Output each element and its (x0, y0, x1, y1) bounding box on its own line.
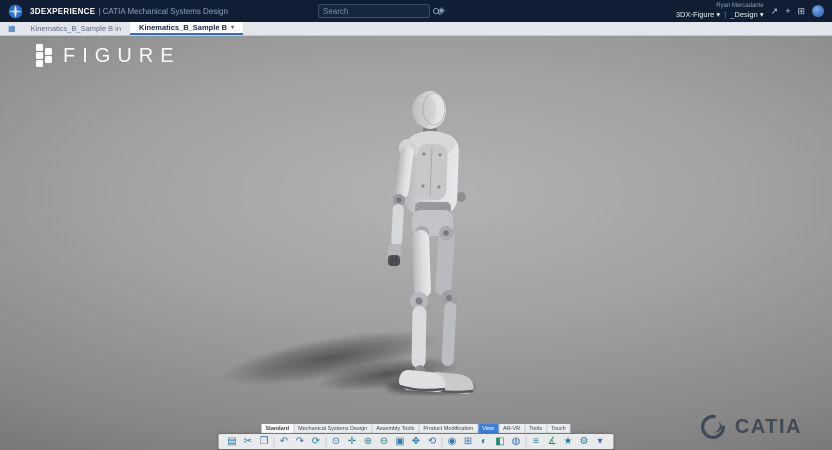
search-input[interactable] (323, 7, 433, 16)
share-icon[interactable]: ↗ (771, 6, 779, 16)
tree-icon[interactable]: ≡ (530, 436, 543, 447)
tag-icon[interactable]: ◈ (438, 5, 445, 16)
catia-logo-text: CATIA (735, 416, 802, 439)
workspace-chevron-icon[interactable]: ▾ (716, 10, 720, 19)
render-style-icon[interactable]: ◐ (478, 436, 491, 447)
toolbar-divider (526, 437, 527, 447)
app-name: | CATIA Mechanical Systems Design (98, 7, 228, 16)
3d-scene[interactable] (0, 36, 832, 450)
rotate-icon[interactable]: ⟲ (426, 436, 439, 447)
apps-icon[interactable]: ⊞ (797, 6, 805, 16)
ribbon-tab-view[interactable]: View (478, 424, 499, 433)
tab-kinematics-sample-parent[interactable]: Kinematics_B_Sample B in (22, 22, 130, 35)
figure-logo: FIGURE (36, 44, 181, 68)
measure-icon[interactable]: ∡ (546, 436, 559, 447)
ribbon-tab-mechanical-systems-design[interactable]: Mechanical Systems Design (294, 424, 372, 433)
normal-view-icon[interactable]: ◉ (446, 436, 459, 447)
settings-icon[interactable]: ⚙ (578, 436, 591, 447)
zoom-out-icon[interactable]: ⊖ (378, 436, 391, 447)
panel-icon[interactable]: ▦ (0, 22, 22, 35)
ribbon-tab-assembly-tools[interactable]: Assembly Tools (372, 424, 419, 433)
ribbon-toolbar: ▤ ✂ ❐ ↶ ↷ ⟳ ⊙ ✛ ⊕ ⊖ ▣ ✥ ⟲ ◉ ⊞ ◐ ◧ ◍ (219, 434, 614, 449)
cut-icon[interactable]: ✂ (242, 436, 255, 447)
tab-label: Kinematics_B_Sample B in (31, 24, 121, 33)
context-separator: | (724, 10, 726, 19)
select-icon[interactable]: ✛ (346, 436, 359, 447)
fit-all-icon[interactable]: ▣ (394, 436, 407, 447)
toolbar-divider (442, 437, 443, 447)
workspace-name[interactable]: 3DX-Figure (676, 10, 714, 19)
viewport[interactable]: FIGURE (0, 36, 832, 450)
brand-name: 3DEXPERIENCE (30, 7, 95, 16)
figure-logo-text: FIGURE (63, 45, 181, 68)
add-icon[interactable]: + (785, 6, 790, 16)
ribbon-tab-tools[interactable]: Tools (525, 424, 547, 433)
chevron-down-icon[interactable]: ▾ (231, 24, 234, 31)
application-window: 3DEXPERIENCE| CATIA Mechanical Systems D… (0, 0, 832, 450)
avatar[interactable] (812, 5, 824, 17)
search-tool-icon[interactable]: ⊙ (330, 436, 343, 447)
context-switcher[interactable]: 3DX-Figure ▾ | _Design ▾ (676, 10, 764, 19)
copy-icon[interactable]: ❐ (258, 436, 271, 447)
user-name: Ryan Mercadante (676, 3, 764, 10)
pan-icon[interactable]: ✥ (410, 436, 423, 447)
dassault-systemes-icon (698, 414, 728, 440)
search-bar (318, 4, 430, 18)
top-bar: 3DEXPERIENCE| CATIA Mechanical Systems D… (0, 0, 832, 22)
multi-view-icon[interactable]: ⊞ (462, 436, 475, 447)
ribbon-tabs: Standard Mechanical Systems Design Assem… (261, 424, 570, 433)
figure-logo-icon (36, 44, 52, 68)
3ds-compass-icon[interactable] (8, 4, 23, 19)
ribbon-tab-product-modification[interactable]: Product Modification (419, 424, 478, 433)
section-icon[interactable]: ◧ (494, 436, 507, 447)
ribbon-tab-standard[interactable]: Standard (261, 424, 294, 433)
tab-kinematics-sample-active[interactable]: Kinematics_B_Sample B ▾ (130, 22, 243, 35)
document-tab-bar: ▦ Kinematics_B_Sample B in Kinematics_B_… (0, 22, 832, 36)
toolbar-divider (274, 437, 275, 447)
toolbar-divider (326, 437, 327, 447)
hide-show-icon[interactable]: ◍ (510, 436, 523, 447)
redo-icon[interactable]: ↷ (294, 436, 307, 447)
action-bar: Standard Mechanical Systems Design Assem… (219, 424, 614, 449)
zoom-in-icon[interactable]: ⊕ (362, 436, 375, 447)
app-title: 3DEXPERIENCE| CATIA Mechanical Systems D… (30, 7, 228, 16)
capture-icon[interactable]: ★ (562, 436, 575, 447)
design-context[interactable]: _Design (730, 10, 758, 19)
ribbon-tab-touch[interactable]: Touch (547, 424, 571, 433)
user-block: Ryan Mercadante 3DX-Figure ▾ | _Design ▾… (676, 3, 824, 19)
update-icon[interactable]: ⟳ (310, 436, 323, 447)
undo-icon[interactable]: ↶ (278, 436, 291, 447)
more-icon[interactable]: ▾ (594, 436, 607, 447)
catia-logo: CATIA (698, 414, 802, 440)
tab-label: Kinematics_B_Sample B (139, 23, 227, 32)
paste-icon[interactable]: ▤ (226, 436, 239, 447)
design-chevron-icon[interactable]: ▾ (760, 10, 764, 19)
ribbon-tab-ar-vr[interactable]: AR-VR (499, 424, 525, 433)
